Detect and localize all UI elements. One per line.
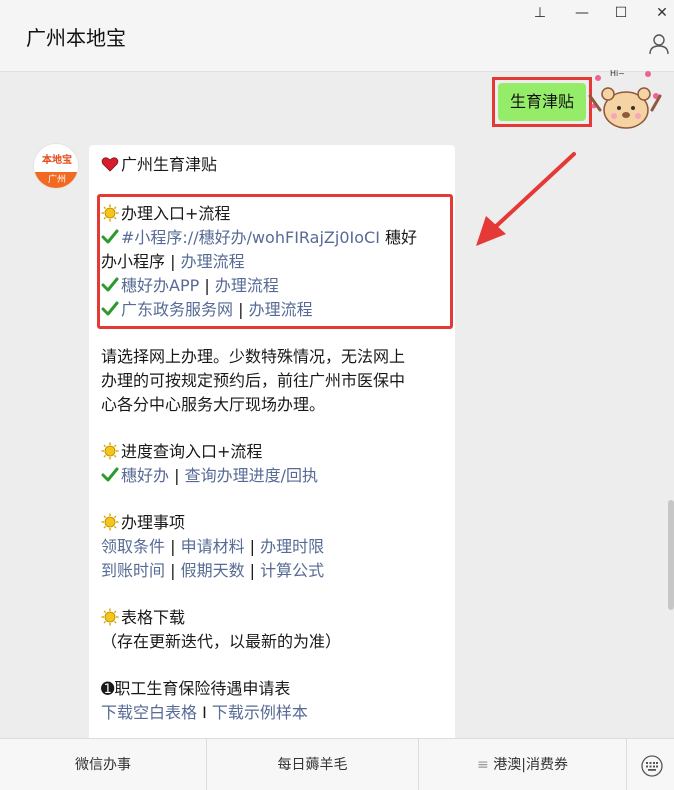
pin-icon[interactable]: ⊥ [528, 4, 552, 22]
bot-avatar[interactable]: 本地宝 广州 [33, 143, 79, 189]
download-links: 下载空白表格 I 下载示例样本 [101, 703, 308, 722]
entry-item-gov-site: 广东政务服务网 | 办理流程 [101, 298, 313, 322]
arrival-time-link[interactable]: 到账时间 [101, 561, 165, 580]
section-entry-title: 办理入口+流程 [101, 202, 230, 226]
sent-message-highlight: 生育津贴 [492, 77, 592, 127]
entry-item-app: 穗好办APP | 办理流程 [101, 274, 279, 298]
bot-avatar-logo: 本地宝 [42, 155, 72, 166]
scrollbar[interactable] [668, 500, 674, 610]
app-link[interactable]: 穗好办APP [121, 276, 199, 295]
materials-link[interactable]: 申请材料 [181, 537, 245, 556]
sun-icon [101, 608, 119, 626]
section-progress-title: 进度查询入口+流程 [101, 440, 262, 464]
minimize-button[interactable]: — [570, 4, 594, 22]
bot-avatar-city: 广州 [34, 172, 78, 188]
forms-note: （存在更新迭代，以最新的为准） [101, 632, 342, 651]
matters-row-2: 到账时间 | 假期天数 | 计算公式 [101, 561, 325, 580]
keyboard-toggle-icon[interactable] [641, 755, 663, 777]
profile-icon[interactable] [648, 33, 670, 55]
process-link-3[interactable]: 办理流程 [249, 300, 313, 319]
received-message: 广州生育津贴 办理入口+流程 #小程序://穗好办/wohFIRajZj0IoC… [89, 145, 455, 745]
mini-program-link[interactable]: #小程序://穗好办/wohFIRajZj0IoCI [121, 228, 380, 247]
section-forms-title: 表格下载 [101, 606, 185, 630]
menu-wechat-services[interactable]: 微信办事 [0, 739, 207, 790]
notice-line-1: 请选择网上办理。少数特殊情况，无法网上 [101, 347, 406, 366]
progress-query-link[interactable]: 查询办理进度/回执 [185, 466, 318, 485]
svg-text:Hi~: Hi~ [610, 69, 625, 78]
user-avatar[interactable]: Hi~ [586, 66, 664, 132]
sent-message-bubble[interactable]: 生育津贴 [498, 83, 586, 121]
check-icon [101, 301, 119, 316]
submenu-icon: ≡ [477, 757, 494, 773]
annotation-arrow-icon [476, 152, 576, 246]
notice-line-2: 办理的可按规定预约后，前往广州市医保中 [101, 371, 406, 390]
time-limit-link[interactable]: 办理时限 [260, 537, 324, 556]
download-sample-link[interactable]: 下载示例样本 [212, 703, 308, 722]
leave-days-link[interactable]: 假期天数 [181, 561, 245, 580]
menu-hk-macau-coupons[interactable]: ≡ 港澳|消费券 [419, 739, 627, 790]
sun-icon [101, 442, 119, 460]
message-heading: 广州生育津贴 [101, 153, 217, 177]
check-icon [101, 229, 119, 244]
heart-icon [101, 157, 119, 172]
menu-daily-deals[interactable]: 每日薅羊毛 [207, 739, 419, 790]
close-button[interactable]: ✕ [650, 4, 674, 22]
title-bar: 广州本地宝 ⊥ — ☐ ✕ [0, 0, 674, 72]
formula-link[interactable]: 计算公式 [260, 561, 324, 580]
chat-title: 广州本地宝 [26, 26, 126, 50]
form-title: ➊职工生育保险待遇申请表 [101, 679, 291, 698]
gov-service-link[interactable]: 广东政务服务网 [121, 300, 233, 319]
entry-item-mini-program: #小程序://穗好办/wohFIRajZj0IoCI 穗好 [101, 226, 417, 250]
bottom-menu: 微信办事 每日薅羊毛 ≡ 港澳|消费券 [0, 738, 674, 790]
process-link-2[interactable]: 办理流程 [215, 276, 279, 295]
check-icon [101, 277, 119, 292]
section-matters-title: 办理事项 [101, 511, 185, 535]
download-blank-link[interactable]: 下载空白表格 [101, 703, 197, 722]
sun-icon [101, 513, 119, 531]
progress-app-link[interactable]: 穗好办 [121, 466, 169, 485]
sun-icon [101, 204, 119, 222]
progress-links: 穗好办 | 查询办理进度/回执 [101, 464, 318, 488]
notice-line-3: 心各分中心服务大厅现场办理。 [101, 395, 326, 414]
check-icon [101, 467, 119, 482]
conditions-link[interactable]: 领取条件 [101, 537, 165, 556]
maximize-button[interactable]: ☐ [609, 4, 633, 22]
matters-row-1: 领取条件 | 申请材料 | 办理时限 [101, 537, 325, 556]
entry-item-mini-program-line2: 办小程序 | 办理流程 [101, 252, 245, 271]
process-link-1[interactable]: 办理流程 [181, 252, 245, 271]
